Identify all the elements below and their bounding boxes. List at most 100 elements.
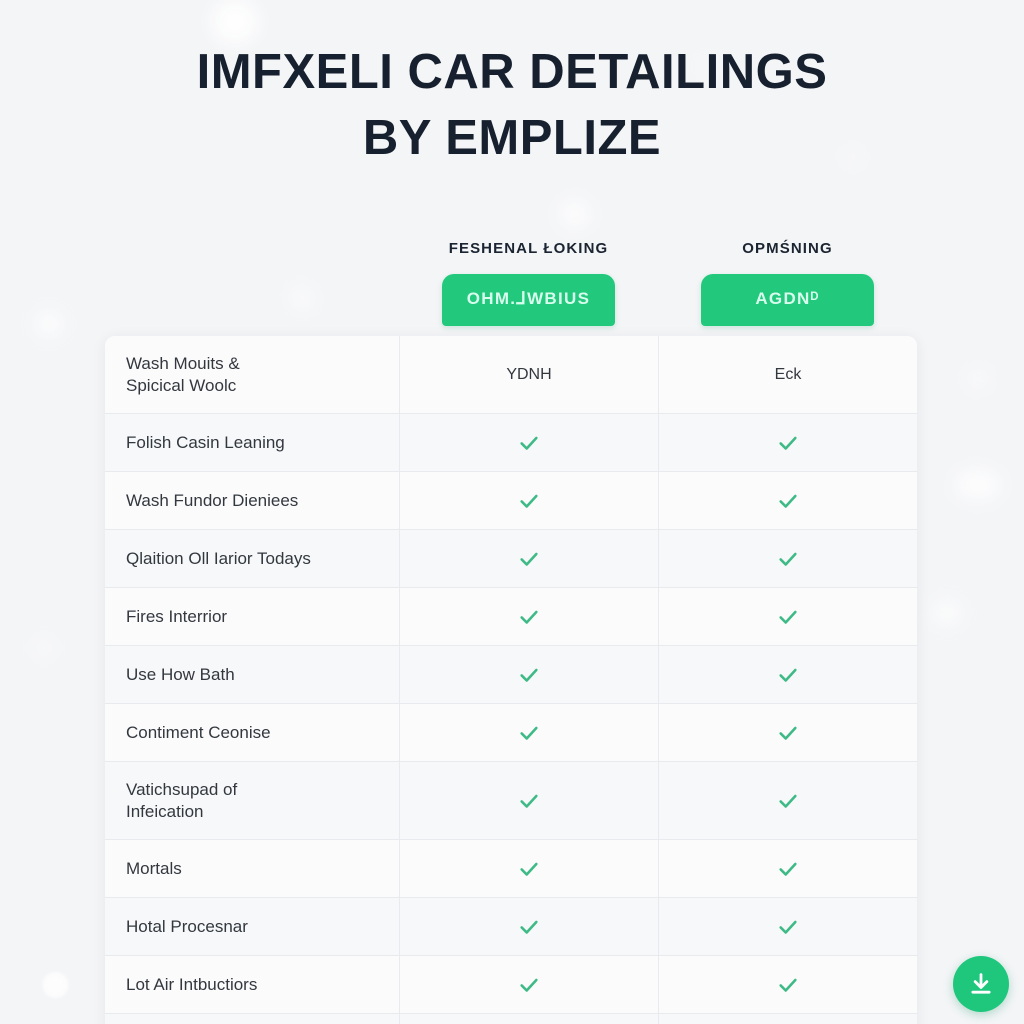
check-icon <box>777 664 799 686</box>
check-icon <box>518 858 540 880</box>
row-label-line: Wash Fundor Dieniees <box>126 490 299 510</box>
row-label: Use How Bath <box>105 664 399 686</box>
check-icon <box>518 548 540 570</box>
sparkle-ray <box>42 978 68 992</box>
check-icon <box>518 974 540 996</box>
sparkle-ray <box>41 980 69 990</box>
sparkle-ray <box>50 971 60 999</box>
row-value-1 <box>399 588 658 645</box>
decor-blob <box>560 200 590 228</box>
row-value-2 <box>658 840 917 897</box>
comparison-table: Wash Mouits & Spicical Woolc YDNH Eck Folish… <box>105 336 917 1024</box>
page-title: IMFXELI CAR DETAILINGS BY EMPLIZE <box>0 44 1024 166</box>
sparkle-ray <box>42 983 68 987</box>
table-row: Use How Bath <box>105 646 917 704</box>
row-value-2: Eck <box>658 336 917 413</box>
row-value-1 <box>399 704 658 761</box>
row-value-2 <box>658 762 917 839</box>
row-label: Hotal Procesnar <box>105 916 399 938</box>
table-row: Wash Mouits & Spicical Woolc YDNH Eck <box>105 336 917 414</box>
row-label: Vatichsupad of Infeication <box>105 779 399 823</box>
table-row: Casor <box>105 1014 917 1024</box>
row-value-2 <box>658 414 917 471</box>
row-label-line: Lot Air Intbuctiors <box>126 974 258 994</box>
decor-blob <box>968 370 988 388</box>
table-row: Hotal Procesnar <box>105 898 917 956</box>
check-icon <box>777 490 799 512</box>
row-value-2 <box>658 704 917 761</box>
row-label-line: Hotal Procesnar <box>126 916 248 936</box>
row-value-2 <box>658 646 917 703</box>
decor-blob <box>36 312 62 336</box>
check-icon <box>777 916 799 938</box>
check-icon <box>777 974 799 996</box>
row-label: Contiment Ceonise <box>105 722 399 744</box>
row-value-1 <box>399 530 658 587</box>
page-root: IMFXELI CAR DETAILINGS BY EMPLIZE FESHEN… <box>0 0 1024 1024</box>
table-row: Wash Fundor Dieniees <box>105 472 917 530</box>
column-header-1: FESHENAL ŁOKING OHM.⅃WBIUS <box>399 240 658 326</box>
row-value-1: YDNH <box>399 336 658 413</box>
row-value-2 <box>658 472 917 529</box>
row-label-line: Mortals <box>126 858 182 878</box>
check-icon <box>518 916 540 938</box>
plan-pill-1[interactable]: OHM.⅃WBIUS <box>442 274 615 326</box>
sparkle-ray <box>50 971 60 999</box>
column-headers: FESHENAL ŁOKING OHM.⅃WBIUS OPMŚNING AGDN… <box>399 240 917 340</box>
check-icon <box>777 858 799 880</box>
row-label-line: Vatichsupad of <box>126 779 238 799</box>
row-label: Lot Air Intbuctiors <box>105 974 399 996</box>
row-label-line: Fires Interrior <box>126 606 228 626</box>
sparkle-ray <box>45 973 65 997</box>
row-label-line: Infeication <box>126 801 204 821</box>
row-label-line: Spicical Woolc <box>126 375 237 395</box>
row-value-1 <box>399 898 658 955</box>
sparkle-ray <box>43 975 67 995</box>
check-icon <box>777 548 799 570</box>
table-row: Vatichsupad of Infeication <box>105 762 917 840</box>
row-value-2 <box>658 588 917 645</box>
row-value-text: YDNH <box>506 365 552 383</box>
check-icon <box>777 606 799 628</box>
check-icon <box>518 790 540 812</box>
download-icon <box>967 970 995 998</box>
column-kicker-1: FESHENAL ŁOKING <box>448 240 609 257</box>
row-label: Mortals <box>105 858 399 880</box>
decor-blob <box>955 470 1001 500</box>
column-kicker-2: OPMŚNING <box>742 240 833 257</box>
row-label-line: Use How Bath <box>126 664 235 684</box>
row-label: Wash Fundor Dieniees <box>105 490 399 512</box>
row-value-1 <box>399 840 658 897</box>
check-icon <box>518 490 540 512</box>
decor-blob <box>932 600 962 626</box>
page-title-line-1: IMFXELI CAR DETAILINGS <box>196 45 828 99</box>
table-row: Mortals <box>105 840 917 898</box>
row-value-2 <box>658 898 917 955</box>
row-value-2 <box>658 1014 917 1024</box>
row-label-line: Qlaition Oll Iarior Todays <box>126 548 311 568</box>
page-title-line-2: BY EMPLIZE <box>362 111 662 165</box>
check-icon <box>518 664 540 686</box>
decor-blob <box>292 288 312 308</box>
check-icon <box>777 790 799 812</box>
column-header-2: OPMŚNING AGDNᴰ <box>658 240 917 326</box>
sparkle-ray <box>41 980 69 990</box>
decor-blob <box>212 0 258 44</box>
row-value-1 <box>399 1014 658 1024</box>
row-label: Folish Casin Leaning <box>105 432 399 454</box>
sparkle-ray <box>45 973 65 997</box>
row-value-1 <box>399 472 658 529</box>
table-row: Fires Interrior <box>105 588 917 646</box>
row-label: Wash Mouits & Spicical Woolc <box>105 353 399 397</box>
plan-pill-2[interactable]: AGDNᴰ <box>701 274 874 326</box>
sparkle-ray <box>43 975 67 995</box>
row-label: Fires Interrior <box>105 606 399 628</box>
download-fab-button[interactable] <box>953 956 1009 1012</box>
sparkle-decoration <box>20 950 90 1020</box>
row-value-1 <box>399 956 658 1013</box>
row-value-1 <box>399 762 658 839</box>
sparkle-ray <box>42 978 68 992</box>
row-label: Qlaition Oll Iarior Todays <box>105 548 399 570</box>
table-row: Folish Casin Leaning <box>105 414 917 472</box>
sparkle-ray <box>48 972 62 998</box>
